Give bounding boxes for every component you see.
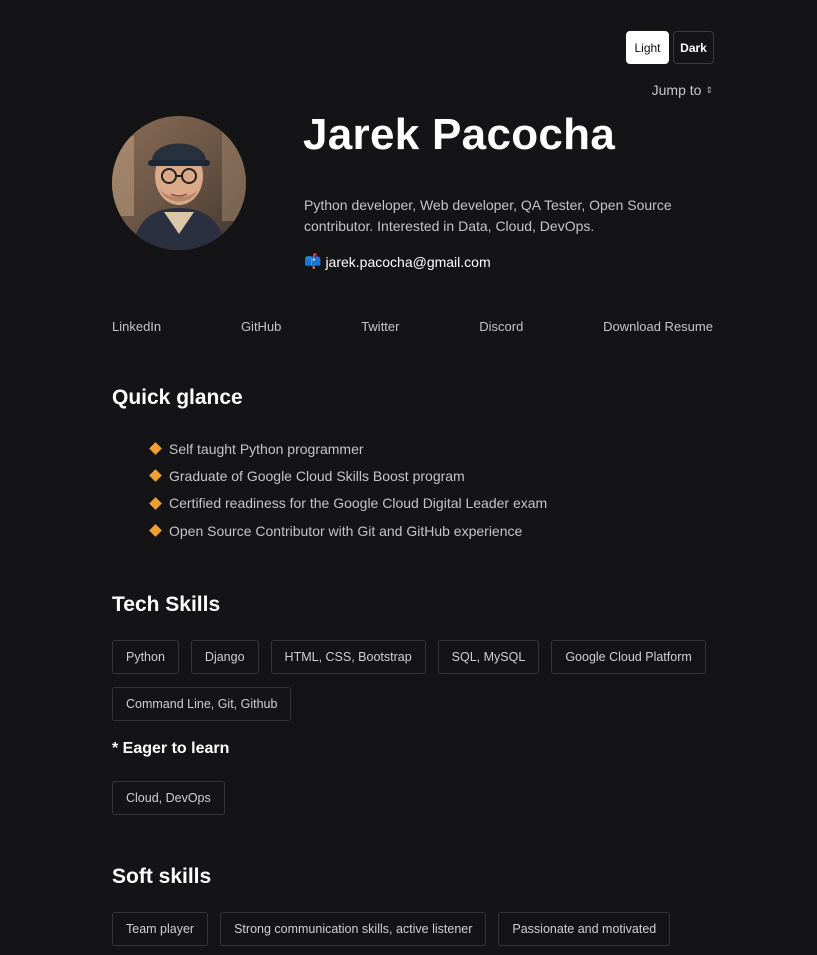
list-item-text: Open Source Contributor with Git and Git…	[169, 522, 523, 539]
twitter-link[interactable]: Twitter	[361, 319, 399, 334]
soft-skills-tags: Team player Strong communication skills,…	[112, 912, 671, 946]
skill-tag: Passionate and motivated	[498, 912, 671, 946]
eager-to-learn-heading: * Eager to learn	[112, 740, 230, 757]
light-theme-button[interactable]: Light	[626, 31, 669, 64]
skill-tag: Django	[190, 640, 259, 674]
soft-skills-heading: Soft skills	[112, 865, 212, 888]
profile-photo	[112, 116, 246, 250]
skill-tag: Python	[112, 640, 179, 674]
skill-tag: SQL, MySQL	[437, 640, 540, 674]
list-item: Certified readiness for the Google Cloud…	[149, 490, 547, 517]
orange-diamond-icon	[149, 442, 162, 456]
tech-skills-heading: Tech Skills	[112, 593, 221, 616]
jump-to-label: Jump to	[651, 82, 702, 98]
list-item: Open Source Contributor with Git and Git…	[149, 517, 547, 544]
download-resume-link[interactable]: Download Resume	[603, 319, 713, 334]
social-links: LinkedIn GitHub Twitter Discord Download…	[112, 319, 713, 334]
list-item: Self taught Python programmer	[149, 435, 547, 462]
tech-skills-tags: Python Django HTML, CSS, Bootstrap SQL, …	[112, 640, 732, 721]
jump-to-menu[interactable]: Jump to ⇕	[652, 82, 713, 98]
list-item-text: Certified readiness for the Google Cloud…	[169, 495, 548, 512]
quick-glance-list: Self taught Python programmer Graduate o…	[149, 435, 547, 544]
skill-tag: Google Cloud Platform	[551, 640, 706, 674]
mailbox-icon: 📫	[304, 253, 322, 269]
email-line: 📫 jarek.pacocha@gmail.com	[304, 253, 491, 270]
list-item-text: Graduate of Google Cloud Skills Boost pr…	[169, 467, 465, 484]
discord-link[interactable]: Discord	[479, 319, 523, 334]
list-item: Graduate of Google Cloud Skills Boost pr…	[149, 462, 547, 489]
orange-diamond-icon	[149, 524, 162, 537]
theme-toggle: Light Dark	[626, 31, 714, 64]
skill-tag: Strong communication skills, active list…	[220, 912, 487, 946]
orange-diamond-icon	[149, 469, 162, 483]
dark-theme-button[interactable]: Dark	[673, 31, 714, 64]
github-link[interactable]: GitHub	[241, 319, 281, 334]
eager-to-learn-tags: Cloud, DevOps	[112, 781, 225, 815]
sort-arrows-icon: ⇕	[705, 84, 713, 95]
quick-glance-heading: Quick glance	[112, 386, 243, 409]
avatar	[112, 116, 246, 250]
email-link[interactable]: jarek.pacocha@gmail.com	[325, 254, 490, 270]
profile-name: Jarek Pacocha	[303, 110, 616, 159]
skill-tag: HTML, CSS, Bootstrap	[270, 640, 426, 674]
list-item-text: Self taught Python programmer	[169, 440, 364, 457]
orange-diamond-icon	[149, 496, 162, 510]
skill-tag: Command Line, Git, Github	[112, 687, 292, 721]
skill-tag: Cloud, DevOps	[112, 781, 225, 815]
profile-bio: Python developer, Web developer, QA Test…	[304, 197, 672, 234]
skill-tag: Team player	[112, 912, 209, 946]
linkedin-link[interactable]: LinkedIn	[112, 319, 161, 334]
